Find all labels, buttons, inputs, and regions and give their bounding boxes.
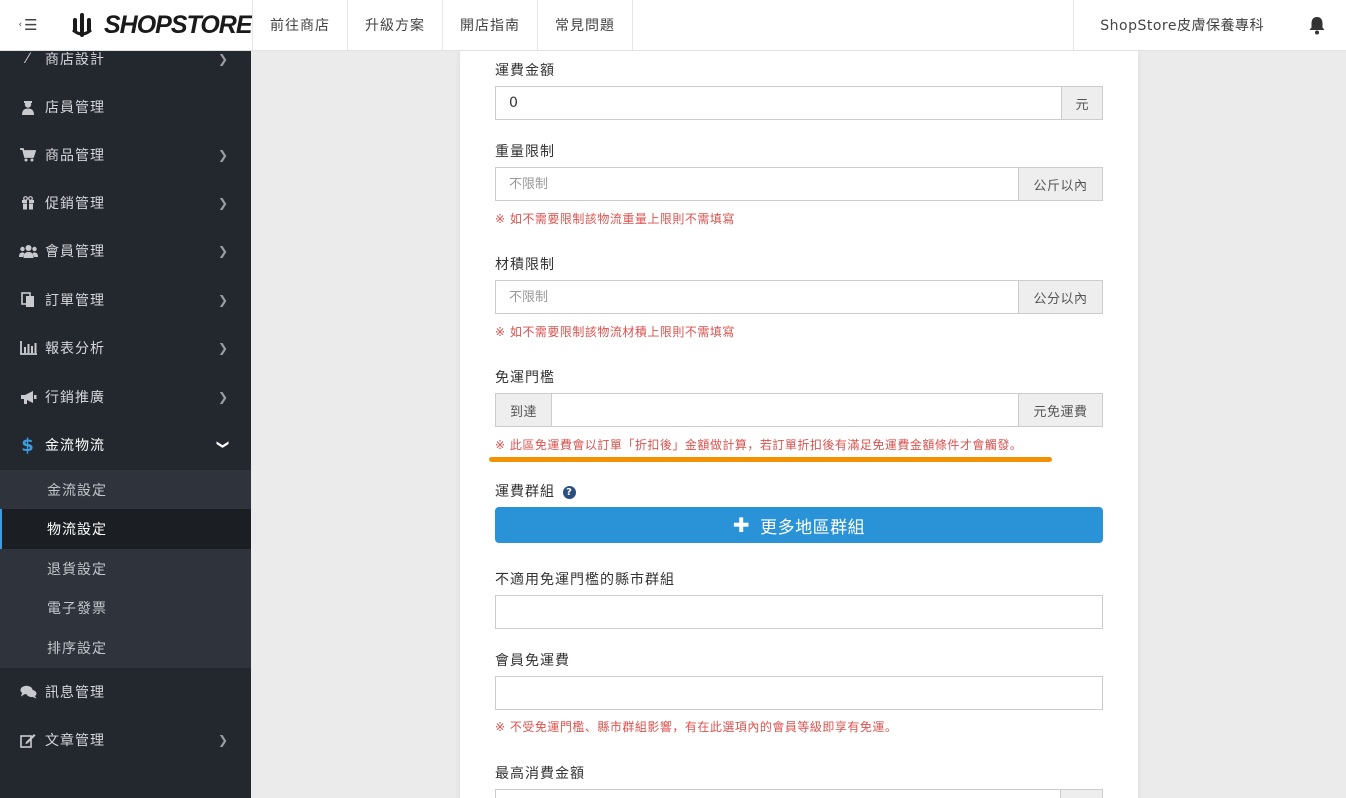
free-threshold-label: 免運門檻 — [495, 370, 555, 386]
subnav-item-payment-settings[interactable]: 金流設定 — [0, 470, 251, 510]
sidebar-item-label: 會員管理 — [45, 244, 105, 260]
free-threshold-prefix: 到達 — [496, 394, 552, 426]
shipping-fee-label: 運費金額 — [495, 63, 555, 79]
menu-toggle-icon[interactable]: ‹ ☰ — [0, 0, 56, 50]
add-region-group-button[interactable]: ✚ 更多地區群組 — [495, 507, 1103, 543]
sidebar-item-label: 商店設計 — [45, 52, 105, 68]
volume-limit-label: 材積限制 — [495, 257, 555, 273]
excluded-counties-label: 不適用免運門檻的縣市群組 — [495, 572, 675, 588]
highlight-underline — [489, 457, 1052, 462]
free-threshold-group: 到達 元免運費 — [495, 393, 1103, 427]
sidebar-item-label: 文章管理 — [45, 733, 105, 749]
free-threshold-hint: ※ 此區免運費會以訂單「折扣後」金額做計算，若訂單折扣後有滿足免運費金額條件才會… — [495, 438, 1023, 452]
sidebar-item-marketing[interactable]: 行銷推廣 ❯ — [0, 373, 251, 421]
user-secret-icon — [18, 97, 38, 117]
bar-chart-icon — [18, 338, 38, 358]
shipping-fee-unit: 元 — [1061, 87, 1102, 119]
weight-limit-group: 公斤以內 — [495, 167, 1103, 201]
copy-icon — [18, 290, 38, 310]
shipping-group-label: 運費群組? — [495, 481, 576, 501]
weight-limit-label: 重量限制 — [495, 144, 555, 160]
sidebar-item-label: 訊息管理 — [45, 685, 105, 701]
max-amount-unit — [1060, 790, 1102, 798]
edit-icon — [18, 730, 38, 750]
sidebar-item-promotions[interactable]: 促銷管理 ❯ — [0, 179, 251, 227]
sidebar-item-orders[interactable]: 訂單管理 ❯ — [0, 276, 251, 324]
sidebar-item-label: 商品管理 — [45, 148, 105, 164]
chevron-right-icon: ❯ — [217, 148, 229, 162]
top-nav: 前往商店 升級方案 開店指南 常見問題 — [252, 0, 633, 50]
weight-limit-input[interactable] — [496, 168, 1018, 200]
nav-faq[interactable]: 常見問題 — [537, 0, 633, 50]
question-circle-icon[interactable]: ? — [563, 486, 576, 499]
excluded-counties-select[interactable] — [495, 595, 1103, 629]
dollar-icon: $ — [21, 434, 35, 456]
logo-text: SHOPSTORE — [104, 10, 253, 39]
sidebar-item-store-design[interactable]: ⁄ 商店設計 ❯ — [0, 51, 251, 83]
nav-store-guide[interactable]: 開店指南 — [442, 0, 537, 50]
shipping-group-label-text: 運費群組 — [495, 484, 555, 500]
chevron-down-icon: ❯ — [216, 439, 231, 451]
sidebar-item-label: 金流物流 — [45, 438, 105, 454]
gift-icon — [18, 193, 38, 213]
nav-go-to-store[interactable]: 前往商店 — [252, 0, 347, 50]
sidebar-item-label: 報表分析 — [45, 341, 105, 357]
sidebar-item-label: 促銷管理 — [45, 196, 105, 212]
chevron-right-icon: ❯ — [217, 244, 229, 258]
weight-limit-hint: ※ 如不需要限制該物流重量上限則不需填寫 — [495, 212, 735, 226]
member-free-hint: ※ 不受免運門檻、縣市群組影響，有在此選項內的會員等級即享有免運。 — [495, 720, 898, 734]
sidebar: ⁄ 商店設計 ❯ 店員管理 商品管理 ❯ 促銷管理 ❯ 會員管理 ❯ 訂單管理 … — [0, 51, 251, 798]
nav-upgrade-plan[interactable]: 升級方案 — [347, 0, 442, 50]
max-amount-label: 最高消費金額 — [495, 766, 585, 782]
sidebar-item-staff[interactable]: 店員管理 — [0, 83, 251, 131]
max-amount-input[interactable] — [496, 790, 1060, 798]
subnav-item-sort-settings[interactable]: 排序設定 — [0, 628, 251, 668]
comments-icon — [18, 682, 38, 702]
chevron-right-icon: ❯ — [217, 196, 229, 210]
sidebar-item-members[interactable]: 會員管理 ❯ — [0, 227, 251, 275]
chevron-right-icon: ❯ — [217, 52, 229, 66]
chevron-right-icon: ❯ — [217, 390, 229, 404]
cart-icon — [18, 145, 38, 165]
wand-icon: ⁄ — [26, 51, 30, 67]
sidebar-item-payment-logistics[interactable]: $ 金流物流 ❯ — [0, 421, 251, 469]
chevron-right-icon: ❯ — [217, 733, 229, 747]
weight-limit-unit: 公斤以內 — [1018, 168, 1102, 200]
logistics-form-card: 運費金額 元 重量限制 公斤以內 ※ 如不需要限制該物流重量上限則不需填寫 材積… — [460, 51, 1138, 798]
volume-limit-unit: 公分以內 — [1018, 281, 1102, 313]
member-free-label: 會員免運費 — [495, 653, 570, 669]
logo-mark-icon — [72, 13, 92, 37]
top-bar: ‹ ☰ SHOPSTORE 前往商店 升級方案 開店指南 常見問題 ShopSto… — [0, 0, 1346, 51]
sidebar-item-messages[interactable]: 訊息管理 — [0, 668, 251, 716]
sidebar-item-products[interactable]: 商品管理 ❯ — [0, 131, 251, 179]
sidebar-item-articles[interactable]: 文章管理 ❯ — [0, 716, 251, 764]
plus-icon: ✚ — [732, 513, 751, 537]
chevron-right-icon: ❯ — [217, 341, 229, 355]
sidebar-item-label: 訂單管理 — [45, 293, 105, 309]
store-name-menu[interactable]: ShopStore皮膚保養專科 — [1073, 0, 1288, 50]
shipping-fee-group: 元 — [495, 86, 1103, 120]
bullhorn-icon — [18, 387, 38, 407]
free-threshold-input[interactable] — [552, 394, 1018, 426]
sidebar-item-label: 店員管理 — [45, 100, 105, 116]
volume-limit-hint: ※ 如不需要限制該物流材積上限則不需填寫 — [495, 325, 735, 339]
subnav-item-return-settings[interactable]: 退貨設定 — [0, 549, 251, 589]
free-threshold-unit: 元免運費 — [1018, 394, 1102, 426]
volume-limit-input[interactable] — [496, 281, 1018, 313]
sidebar-item-reports[interactable]: 報表分析 ❯ — [0, 324, 251, 372]
member-free-select[interactable] — [495, 676, 1103, 710]
subnav-item-logistics-settings[interactable]: 物流設定 — [0, 509, 251, 549]
sidebar-subnav: 金流設定 物流設定 退貨設定 電子發票 排序設定 — [0, 470, 251, 668]
users-icon — [18, 241, 38, 261]
add-region-group-label: 更多地區群組 — [760, 517, 866, 538]
chevron-right-icon: ❯ — [217, 293, 229, 307]
shipping-fee-input[interactable] — [496, 87, 1062, 119]
volume-limit-group: 公分以內 — [495, 280, 1103, 314]
bell-icon[interactable] — [1288, 0, 1346, 50]
subnav-item-e-invoice[interactable]: 電子發票 — [0, 588, 251, 628]
sidebar-item-label: 行銷推廣 — [45, 390, 105, 406]
logo[interactable]: SHOPSTORE — [56, 0, 253, 50]
max-amount-group — [495, 789, 1103, 798]
